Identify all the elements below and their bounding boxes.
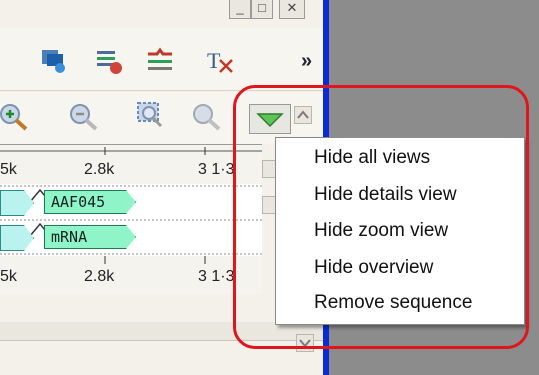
svg-text:T: T [207,48,221,73]
ruler-top: 5k 2.8k 3 1·3 [0,144,262,186]
zoom-in-icon[interactable] [0,102,30,132]
close-button[interactable]: ✕ [279,0,305,19]
ruler-tick-label: 2.8k [84,268,115,285]
maximize-button[interactable]: □ [251,0,273,19]
ruler-tick-label: 5k [0,268,17,285]
zoom-to-selection-icon[interactable] [135,100,165,130]
minimize-button[interactable]: _ [229,0,251,19]
toolbar: T » [0,28,327,91]
list-settings-icon[interactable] [94,46,124,76]
restriction-sites-icon[interactable] [145,46,175,76]
ruler-tick-label: 3 1·3 [198,161,235,178]
highlight-outline [233,85,529,349]
feature-mrna[interactable]: mRNA [44,225,136,249]
annotation-track-area: AAF045 mRNA [0,184,262,256]
annotate-icon[interactable] [38,46,68,76]
toolbar-overflow-button[interactable]: » [301,50,312,73]
zoom-out-icon[interactable] [69,102,99,132]
ruler-tick-label: 5k [0,161,17,178]
ruler-tick-label: 3 1·3 [198,268,235,285]
text-tool-icon[interactable]: T [205,46,235,76]
zoom-reset-icon[interactable] [192,102,222,132]
feature-gene[interactable]: AAF045 [44,190,136,214]
ruler-bottom: 5k 2.8k 3 1·3 [0,256,262,294]
ruler-tick-label: 2.8k [84,161,115,178]
